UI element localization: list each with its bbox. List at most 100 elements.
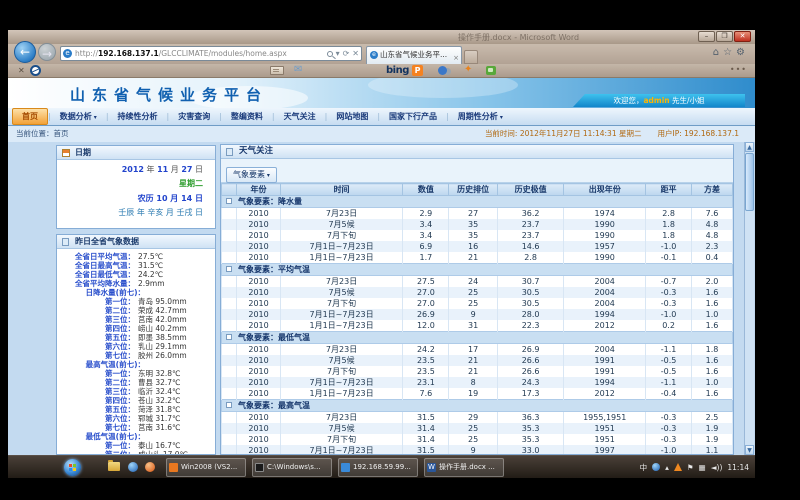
table-row[interactable]: 20107月23日31.52936.31955,1951-0.32.5 <box>222 412 733 424</box>
toolbar-close-icon[interactable]: ✕ <box>18 66 25 75</box>
nav-item-0[interactable]: 首页 <box>12 108 48 125</box>
table-row[interactable]: 20107月5候23.52126.61991-0.51.6 <box>222 355 733 366</box>
autocomplete-caret-icon[interactable]: ▾ <box>336 48 340 60</box>
media-player-icon[interactable] <box>128 462 138 472</box>
group-checkbox[interactable] <box>226 334 232 340</box>
nav-item-5[interactable]: 天气关注 <box>275 109 325 124</box>
bing-logo[interactable]: bing <box>386 65 409 76</box>
network-icon[interactable]: ▦ <box>699 456 706 479</box>
data-cell: 2004 <box>564 298 646 309</box>
new-tab-button[interactable] <box>464 50 478 64</box>
data-cell: 31.4 <box>403 423 449 434</box>
data-cell: -0.3 <box>646 434 692 445</box>
panel-toolbar: 气象要素 <box>221 159 733 183</box>
table-row[interactable]: 20107月23日24.21726.92004-1.11.8 <box>222 344 733 356</box>
search-icon[interactable] <box>327 51 333 57</box>
taskbar-button-0[interactable]: Win2008 (VS2... <box>166 458 246 477</box>
data-cell: 2010 <box>237 252 280 264</box>
table-row[interactable]: 20107月5候27.02530.52004-0.31.6 <box>222 287 733 298</box>
address-bar[interactable]: e http://192.168.137.1/GLCCLIMATE/module… <box>60 46 362 61</box>
favorites-star-icon[interactable]: ☆ <box>723 47 736 58</box>
table-row[interactable]: 20107月1日~7月23日26.9928.01994-1.01.0 <box>222 309 733 320</box>
weather-summary-row-label: 全省平均降水量： <box>57 279 135 288</box>
maximize-button[interactable]: ❐ <box>716 31 733 42</box>
explorer-folder-icon[interactable] <box>108 462 120 471</box>
table-row[interactable]: 20107月下旬27.02530.52004-0.31.6 <box>222 298 733 309</box>
table-row[interactable]: 20107月23日27.52430.72004-0.72.0 <box>222 276 733 288</box>
data-cell: 31.4 <box>403 434 449 445</box>
table-row[interactable]: 20107月下旬23.52126.61991-0.51.6 <box>222 366 733 377</box>
back-button[interactable]: ← <box>14 41 36 63</box>
vertical-scrollbar[interactable]: ▲ ▼ <box>744 142 754 455</box>
table-row[interactable]: 20101月1日~7月23日7.61917.32012-0.41.6 <box>222 388 733 400</box>
row-select-cell <box>222 208 237 220</box>
nav-item-6[interactable]: 网站地图 <box>327 109 377 124</box>
nav-item-3[interactable]: 灾害查询 <box>169 109 219 124</box>
weather-rank-row-value: 菏泽 31.8℃ <box>135 405 181 414</box>
scroll-down-icon[interactable]: ▼ <box>745 445 754 455</box>
group-checkbox[interactable] <box>226 198 232 204</box>
data-cell: 7月23日 <box>280 412 403 424</box>
data-cell: 2010 <box>237 320 280 332</box>
element-filter-button[interactable]: 气象要素 <box>226 167 277 183</box>
data-cell: 3.4 <box>403 230 449 241</box>
taskbar-button-3[interactable]: W操作手册.docx ... <box>424 458 504 477</box>
green-app-icon[interactable] <box>486 66 496 75</box>
table-row[interactable]: 20107月23日2.92736.219742.87.6 <box>222 208 733 220</box>
table-row[interactable]: 20107月下旬31.42535.31951-0.31.9 <box>222 434 733 445</box>
nav-item-2[interactable]: 持续性分析 <box>109 109 167 124</box>
ime-indicator[interactable]: 中 <box>640 456 648 479</box>
flame-icon[interactable] <box>674 463 682 471</box>
start-button[interactable] <box>64 459 81 476</box>
taskbar-button-1[interactable]: C:\Windows\s... <box>252 458 332 477</box>
refresh-icon[interactable]: ⟳ <box>343 48 350 60</box>
scroll-up-icon[interactable]: ▲ <box>745 142 754 152</box>
table-row[interactable]: 20107月5候31.42535.31951-0.31.9 <box>222 423 733 434</box>
more-dots-icon[interactable]: ••• <box>730 65 747 74</box>
camera-pair-icon[interactable] <box>438 66 447 75</box>
spark-icon[interactable]: ✦ <box>464 64 472 75</box>
forward-button[interactable]: → <box>38 43 56 61</box>
scrollbar-thumb[interactable] <box>745 153 754 211</box>
table-row[interactable]: 20107月下旬3.43523.719901.84.8 <box>222 230 733 241</box>
show-hidden-icons[interactable]: ▴ <box>665 456 669 479</box>
mail-icon[interactable]: ✉ <box>294 64 302 75</box>
nav-item-1[interactable]: 数据分析 <box>51 109 106 124</box>
data-cell: 2010 <box>237 355 280 366</box>
weather-rank-row-label: 第一位： <box>57 369 135 378</box>
table-row[interactable]: 20101月1日~7月23日12.03122.320120.21.6 <box>222 320 733 332</box>
weather-summary-row-label: 全省日平均气温： <box>57 252 135 261</box>
nav-item-7[interactable]: 国家下行产品 <box>380 109 446 124</box>
nav-item-4[interactable]: 整编资料 <box>222 109 272 124</box>
bing-box-icon[interactable]: P <box>412 65 423 76</box>
settings-gear-icon[interactable]: ⚙ <box>736 47 749 58</box>
close-button[interactable]: ✕ <box>734 31 751 42</box>
current-time: 当前时间: 2012年11月27日 11:14:31 星期二 <box>485 129 642 138</box>
table-row[interactable]: 20107月1日~7月23日31.5933.01997-1.01.1 <box>222 445 733 455</box>
data-cell: 26.6 <box>497 366 563 377</box>
browser-tab[interactable]: e山东省气候业务平... × <box>366 46 462 64</box>
table-row[interactable]: 20107月1日~7月23日6.91614.61957-1.02.3 <box>222 241 733 252</box>
minimize-button[interactable]: – <box>698 31 715 42</box>
card-icon[interactable] <box>270 66 284 75</box>
column-header: 方差 <box>692 184 733 196</box>
table-row[interactable]: 20107月1日~7月23日23.1824.31994-1.11.0 <box>222 377 733 388</box>
blue-app-icon[interactable] <box>652 463 660 471</box>
table-row[interactable]: 20101月1日~7月23日1.7212.81990-0.10.4 <box>222 252 733 264</box>
browser-quick-icon[interactable] <box>145 462 155 472</box>
table-row[interactable]: 20107月5候3.43523.719901.84.8 <box>222 219 733 230</box>
stop-icon[interactable]: ✕ <box>352 48 359 60</box>
weather-rank-row-value: 即墨 38.5mm <box>135 333 187 342</box>
tab-close-icon[interactable]: × <box>453 50 459 64</box>
group-checkbox[interactable] <box>226 402 232 408</box>
home-icon[interactable]: ⌂ <box>713 47 723 58</box>
group-checkbox[interactable] <box>226 266 232 272</box>
data-cell: 9 <box>449 445 498 455</box>
volume-icon[interactable]: ◄)) <box>711 456 723 479</box>
data-cell: -0.5 <box>646 366 692 377</box>
action-center-flag-icon[interactable]: ⚑ <box>687 456 694 479</box>
taskbar-button-2[interactable]: 192.168.59.99... <box>338 458 418 477</box>
nav-item-8[interactable]: 周期性分析 <box>449 109 512 124</box>
data-cell: 2012 <box>564 320 646 332</box>
row-select-cell <box>222 377 237 388</box>
